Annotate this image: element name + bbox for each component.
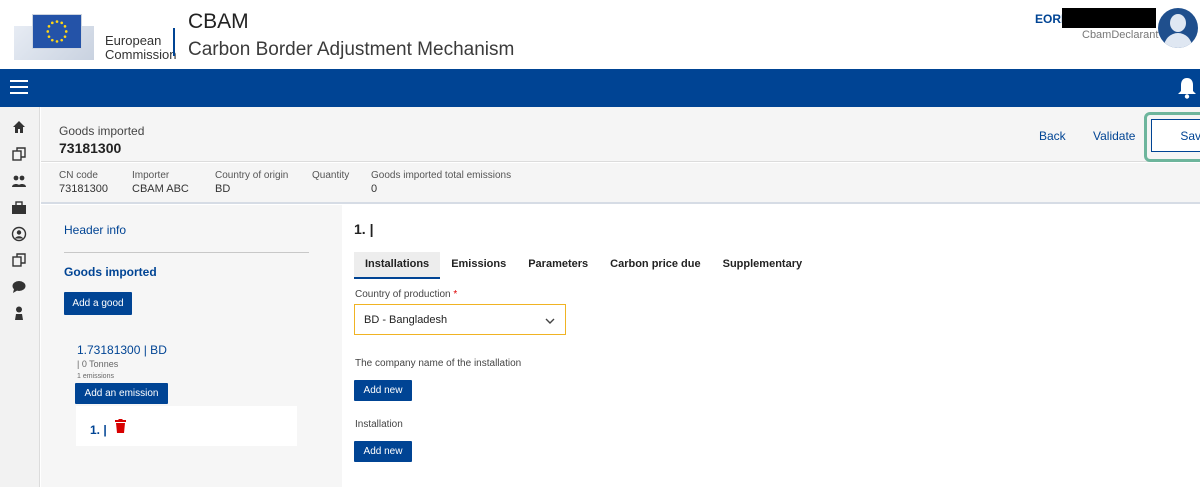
copy-icon[interactable] [11, 252, 27, 268]
country-of-production-text: Country of production [355, 289, 451, 300]
redacted-eori [1062, 8, 1156, 28]
app-subtitle: Carbon Border Adjustment Mechanism [188, 39, 515, 60]
cn-code-value: 73181300 [59, 183, 108, 195]
tab-parameters[interactable]: Parameters [517, 252, 599, 279]
emission-title: 1. | [354, 221, 374, 237]
good-emissions-count: 1 emissions [77, 373, 114, 380]
emission-item-label[interactable]: 1. | [90, 423, 107, 437]
country-origin-label: Country of origin [215, 170, 289, 181]
sidebar-divider [64, 252, 309, 253]
save-button[interactable]: Save [1151, 119, 1200, 152]
chat-icon[interactable] [11, 279, 27, 295]
add-installation-button[interactable]: Add new [354, 441, 412, 462]
tab-emissions[interactable]: Emissions [440, 252, 517, 279]
eori-label: EORI [1035, 12, 1065, 26]
ec-line1: European [105, 33, 162, 48]
installation-label: Installation [355, 419, 403, 430]
country-origin-value: BD [215, 183, 231, 195]
documents-icon[interactable] [11, 146, 27, 162]
header-divider [173, 28, 175, 56]
tab-bar: Installations Emissions Parameters Carbo… [354, 252, 813, 279]
tab-installations[interactable]: Installations [354, 252, 441, 279]
notification-bell-icon[interactable] [1177, 77, 1197, 99]
page-label: Goods imported [59, 124, 145, 138]
ec-logo-text: European Commission [105, 34, 177, 62]
required-marker: * [453, 289, 458, 300]
tab-carbon-price-due[interactable]: Carbon price due [599, 252, 711, 279]
top-nav-bar [0, 69, 1200, 107]
chevron-down-icon [545, 318, 555, 324]
add-good-button[interactable]: Add a good [64, 292, 132, 315]
menu-line [10, 86, 28, 88]
delete-icon[interactable] [115, 419, 126, 433]
total-emissions-label: Goods imported total emissions [371, 170, 512, 181]
menu-line [10, 80, 28, 82]
account-circle-icon[interactable] [11, 226, 27, 242]
emission-list-item[interactable]: 1. | [76, 406, 297, 446]
page-head: Goods imported 73181300 Back Validate Sa… [41, 107, 1200, 162]
eu-flag-icon [32, 14, 82, 49]
avatar-head [1170, 14, 1186, 32]
add-company-button[interactable]: Add new [354, 380, 412, 401]
tab-supplementary[interactable]: Supplementary [712, 252, 813, 279]
users-icon[interactable] [11, 173, 27, 189]
importer-value: CBAM ABC [132, 183, 189, 195]
selected-country: BD - Bangladesh [364, 314, 448, 326]
summary-row: CN code 73181300 Importer CBAM ABC Count… [41, 163, 1200, 204]
good-item-link[interactable]: 1.73181300 | BD [77, 343, 167, 357]
company-name-label: The company name of the installation [355, 358, 522, 369]
header-info-link[interactable]: Header info [64, 223, 126, 237]
avatar-body [1164, 33, 1192, 48]
country-of-production-label: Country of production * [355, 289, 457, 300]
importer-label: Importer [132, 170, 170, 181]
country-of-production-select[interactable]: BD - Bangladesh [354, 304, 566, 335]
icon-rail [0, 107, 40, 487]
person-icon[interactable] [11, 305, 27, 321]
cn-code-label: CN code [59, 170, 98, 181]
home-icon[interactable] [11, 119, 27, 135]
left-navigation-panel: Header info Goods imported Add a good 1.… [41, 205, 342, 487]
back-link[interactable]: Back [1039, 129, 1066, 143]
quantity-label: Quantity [312, 170, 350, 181]
menu-icon[interactable] [10, 80, 28, 94]
briefcase-icon[interactable] [11, 200, 27, 216]
total-emissions-value: 0 [371, 183, 378, 195]
user-avatar-icon[interactable] [1158, 8, 1198, 48]
app-title: CBAM [188, 10, 249, 33]
goods-imported-title: Goods imported [64, 265, 157, 279]
page-code: 73181300 [59, 140, 122, 156]
user-role: CbamDeclarant [1082, 29, 1159, 41]
add-emission-button[interactable]: Add an emission [75, 383, 168, 404]
main-content: 1. | Installations Emissions Parameters … [342, 205, 1200, 487]
top-header: European Commission CBAM Carbon Border A… [0, 0, 1200, 69]
menu-line [10, 92, 28, 94]
european-commission-logo[interactable]: European Commission [14, 12, 177, 62]
ec-line2: Commission [105, 47, 177, 62]
validate-link[interactable]: Validate [1093, 129, 1135, 143]
good-quantity: | 0 Tonnes [77, 359, 119, 369]
